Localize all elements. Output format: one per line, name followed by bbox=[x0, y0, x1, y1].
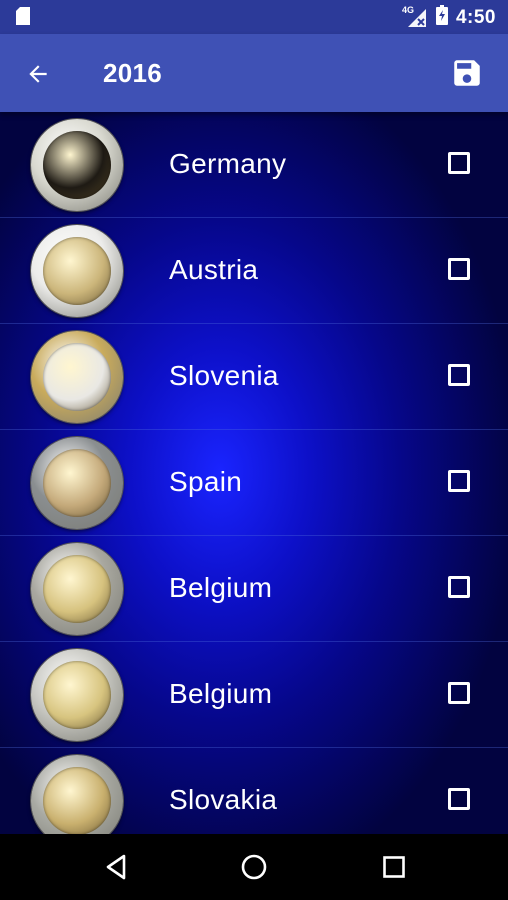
collected-checkbox[interactable] bbox=[448, 788, 470, 810]
triangle-back-icon bbox=[106, 854, 126, 880]
signal-icon: 4G bbox=[402, 5, 428, 29]
sd-card-icon bbox=[16, 7, 30, 30]
collected-checkbox[interactable] bbox=[448, 682, 470, 704]
list-item[interactable]: Spain bbox=[0, 430, 508, 536]
status-time: 4:50 bbox=[455, 6, 496, 28]
save-button[interactable] bbox=[446, 52, 488, 94]
back-button[interactable] bbox=[18, 54, 58, 94]
country-label: Spain bbox=[169, 466, 243, 497]
country-label: Slovenia bbox=[169, 360, 279, 391]
coin-center bbox=[43, 237, 111, 305]
country-label: Austria bbox=[169, 254, 259, 285]
list-item[interactable]: Slovenia bbox=[0, 324, 508, 430]
floppy-disk-icon bbox=[454, 60, 480, 86]
coin-center bbox=[43, 131, 111, 199]
coin-image bbox=[31, 649, 123, 741]
country-label: Slovakia bbox=[169, 784, 278, 815]
list-item[interactable]: Austria bbox=[0, 218, 508, 324]
coin-center bbox=[43, 343, 111, 411]
coin-image bbox=[31, 331, 123, 423]
coin-image bbox=[31, 437, 123, 529]
country-label: Belgium bbox=[169, 572, 273, 603]
coin-image bbox=[31, 225, 123, 317]
collected-checkbox[interactable] bbox=[448, 152, 470, 174]
coin-center bbox=[43, 449, 111, 517]
coin-center bbox=[43, 661, 111, 729]
nav-home-button[interactable] bbox=[234, 847, 274, 887]
country-label: Germany bbox=[169, 148, 287, 179]
list-item[interactable]: Slovakia bbox=[0, 748, 508, 834]
nav-recents-button[interactable] bbox=[374, 847, 414, 887]
coin-image bbox=[31, 119, 123, 211]
coin-center bbox=[43, 555, 111, 623]
coin-image bbox=[31, 543, 123, 635]
country-label: Belgium bbox=[169, 678, 273, 709]
list-item[interactable]: Germany bbox=[0, 112, 508, 218]
list-item[interactable]: Belgium bbox=[0, 642, 508, 748]
coin-image bbox=[31, 755, 123, 834]
page-title: 2016 bbox=[103, 58, 163, 88]
list-item[interactable]: Belgium bbox=[0, 536, 508, 642]
app-bar: 2016 bbox=[0, 34, 508, 112]
collected-checkbox[interactable] bbox=[448, 258, 470, 280]
collected-checkbox[interactable] bbox=[448, 364, 470, 386]
status-bar: 4G 4:50 bbox=[0, 0, 508, 34]
navigation-bar bbox=[0, 834, 508, 900]
collected-checkbox[interactable] bbox=[448, 576, 470, 598]
battery-icon bbox=[435, 5, 448, 30]
coin-list[interactable]: Germany Austria Slovenia Spain Belgium Belgiu… bbox=[0, 112, 508, 834]
square-recents-icon bbox=[383, 856, 405, 878]
arrow-left-icon bbox=[29, 65, 47, 83]
coin-center bbox=[43, 767, 111, 834]
nav-back-button[interactable] bbox=[96, 847, 136, 887]
circle-home-icon bbox=[241, 854, 267, 880]
collected-checkbox[interactable] bbox=[448, 470, 470, 492]
